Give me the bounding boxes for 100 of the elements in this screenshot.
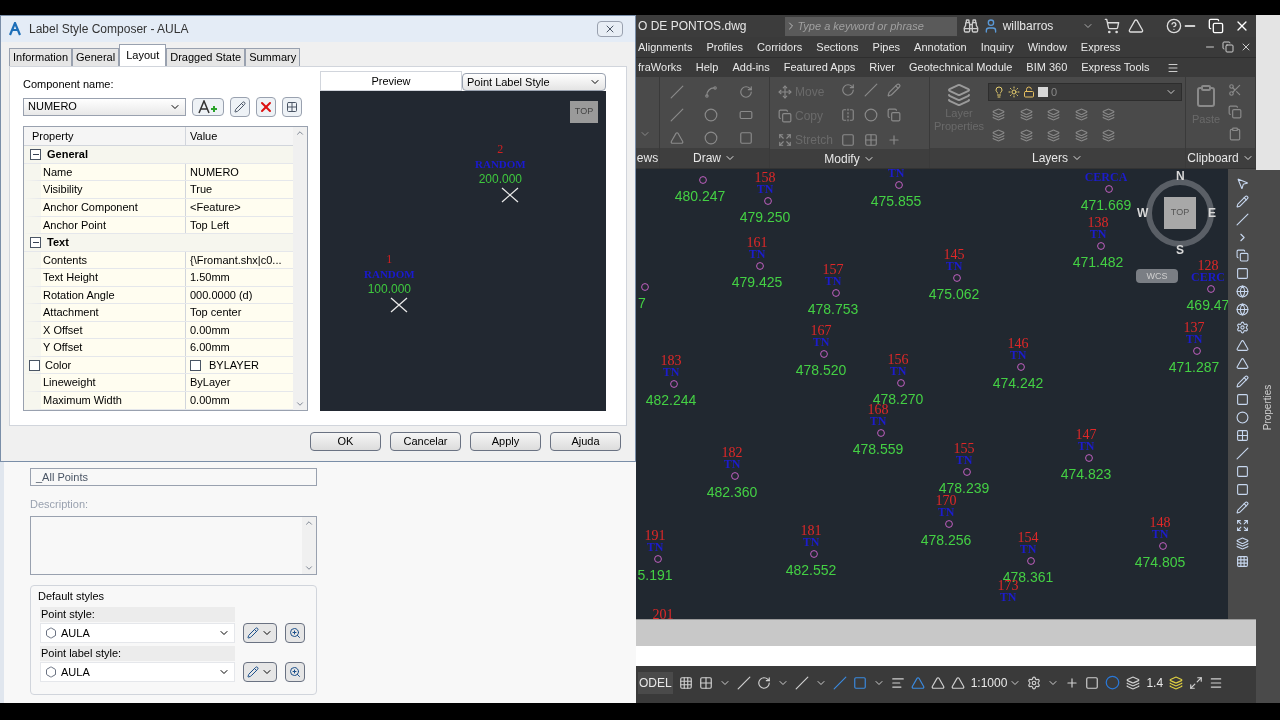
layer-tool-icon[interactable]: [1047, 129, 1061, 142]
ribbon-tab[interactable]: fraWorks: [636, 59, 689, 76]
tool-icon[interactable]: [1235, 411, 1249, 424]
menu-item[interactable]: Pipes: [865, 38, 908, 56]
object-track-icon[interactable]: [832, 675, 847, 690]
restore-icon[interactable]: [1222, 41, 1234, 53]
model-tab[interactable]: ODEL: [638, 671, 673, 694]
snap-icon[interactable]: [698, 675, 713, 690]
menu-icon[interactable]: [1166, 61, 1179, 74]
tool-icon[interactable]: [1235, 483, 1249, 496]
ribbon-tab[interactable]: Add-ins: [725, 59, 777, 76]
edit-style-button[interactable]: [243, 662, 277, 682]
tool-icon[interactable]: [1235, 267, 1249, 280]
layer-tool-icon[interactable]: [1074, 108, 1088, 121]
tab[interactable]: Dragged State: [166, 48, 246, 66]
component-order-button[interactable]: [282, 96, 302, 117]
scale-dropdown[interactable]: 1:1000: [970, 673, 1022, 692]
expand-toggle[interactable]: [30, 149, 41, 161]
tool-icon[interactable]: [1235, 303, 1249, 316]
draw-tool-icon[interactable]: [670, 108, 684, 122]
add-text-component-button[interactable]: [192, 97, 224, 116]
ribbon-tab[interactable]: BIM 360: [1019, 59, 1075, 76]
tool-icon[interactable]: [1235, 393, 1249, 406]
dialog-button[interactable]: Ajuda: [550, 432, 621, 451]
tool-icon[interactable]: [1235, 285, 1249, 298]
menu-item[interactable]: Annotation: [907, 38, 974, 56]
modify-tool-icon[interactable]: [841, 83, 855, 97]
shapes-icon[interactable]: [1085, 675, 1100, 690]
tool-icon[interactable]: [1235, 429, 1249, 442]
layer-tool-icon[interactable]: [992, 108, 1005, 121]
help-icon[interactable]: [1166, 18, 1183, 34]
isolate-icon[interactable]: [1105, 675, 1121, 690]
draw-tool-icon[interactable]: [704, 131, 719, 145]
checkbox[interactable]: [29, 359, 40, 371]
ribbon-panel-title[interactable]: Draw: [660, 148, 769, 168]
tool-icon[interactable]: [1235, 357, 1249, 370]
hardware-icon[interactable]: [1169, 675, 1184, 690]
tool-icon[interactable]: [1235, 375, 1249, 388]
tool-icon[interactable]: [1235, 537, 1249, 550]
annotation-visibility-icon[interactable]: [910, 675, 925, 690]
layer-tool-icon[interactable]: [1102, 129, 1116, 142]
copy-icon[interactable]: [1228, 105, 1243, 119]
label-style-dropdown[interactable]: Point Label Style: [462, 73, 606, 91]
layers-icon[interactable]: [1126, 675, 1141, 690]
tab[interactable]: Summary: [245, 48, 301, 66]
isodraft-icon[interactable]: [794, 675, 809, 690]
tool-icon[interactable]: [1235, 501, 1249, 514]
menu-icon[interactable]: [1209, 675, 1224, 690]
layer-tool-icon[interactable]: [1019, 129, 1033, 142]
menu-item[interactable]: Profiles: [699, 38, 751, 56]
dialog-button[interactable]: Cancelar: [390, 432, 461, 451]
osnap-icon[interactable]: [852, 675, 867, 690]
preview-style-button[interactable]: [285, 662, 305, 682]
description-field[interactable]: [30, 515, 317, 575]
draw-tool-icon[interactable]: [670, 85, 684, 99]
restore-icon[interactable]: [1208, 18, 1225, 34]
modify-tool-icon[interactable]: [864, 108, 878, 122]
draw-tool-icon[interactable]: [704, 108, 719, 122]
triangle-icon[interactable]: [1128, 18, 1145, 34]
dialog-button[interactable]: OK: [310, 432, 381, 451]
draw-tool-icon[interactable]: [738, 108, 753, 122]
binoculars-icon[interactable]: [962, 18, 979, 34]
layer-tool-icon[interactable]: [1019, 108, 1033, 121]
draw-tool-icon[interactable]: [670, 131, 684, 145]
menu-item[interactable]: Alignments: [636, 38, 700, 56]
view-cube-button[interactable]: TOP: [570, 101, 598, 123]
cut-icon[interactable]: [1228, 83, 1243, 97]
modify-tool-icon[interactable]: [887, 108, 901, 122]
draw-tool-icon[interactable]: [738, 85, 753, 99]
cart-icon[interactable]: [1104, 18, 1121, 34]
modify-tool-icon[interactable]: [887, 83, 901, 97]
layer-tool-icon[interactable]: [1047, 108, 1061, 121]
layer-tool-icon[interactable]: [1074, 129, 1088, 142]
menu-item[interactable]: Corridors: [750, 38, 810, 56]
layer-tool-icon[interactable]: [1102, 108, 1116, 121]
ribbon-panel-title[interactable]: ews: [636, 148, 659, 168]
annotation-scale-icon[interactable]: [950, 675, 965, 690]
ortho-icon[interactable]: [736, 675, 751, 690]
menu-item[interactable]: Express: [1073, 38, 1128, 56]
properties-palette-tab[interactable]: Properties: [1260, 384, 1276, 431]
ribbon-panel-title[interactable]: Clipboard: [1186, 148, 1255, 168]
fullscreen-icon[interactable]: [1189, 675, 1204, 690]
modify-tool-icon[interactable]: [864, 83, 878, 97]
style-dropdown[interactable]: AULA: [40, 662, 235, 682]
auto-scale-icon[interactable]: [930, 675, 945, 690]
ribbon-tab[interactable]: Geotechnical Module: [901, 59, 1020, 76]
tool-icon[interactable]: [1235, 249, 1249, 262]
grid-icon[interactable]: [678, 675, 693, 690]
close-icon[interactable]: [1240, 41, 1252, 53]
tool-icon[interactable]: [1235, 177, 1249, 190]
edit-style-button[interactable]: [243, 623, 277, 643]
close-button[interactable]: [597, 21, 623, 37]
menu-item[interactable]: Inquiry: [973, 38, 1021, 56]
ribbon-tab[interactable]: Featured Apps: [776, 59, 863, 76]
ribbon-tab[interactable]: Help: [688, 59, 726, 76]
polar-icon[interactable]: [756, 675, 771, 690]
menu-item[interactable]: Sections: [809, 38, 866, 56]
copy-component-button[interactable]: [230, 96, 250, 117]
dialog-button[interactable]: Apply: [470, 432, 541, 451]
ribbon-panel-title[interactable]: Layers: [930, 148, 1185, 168]
